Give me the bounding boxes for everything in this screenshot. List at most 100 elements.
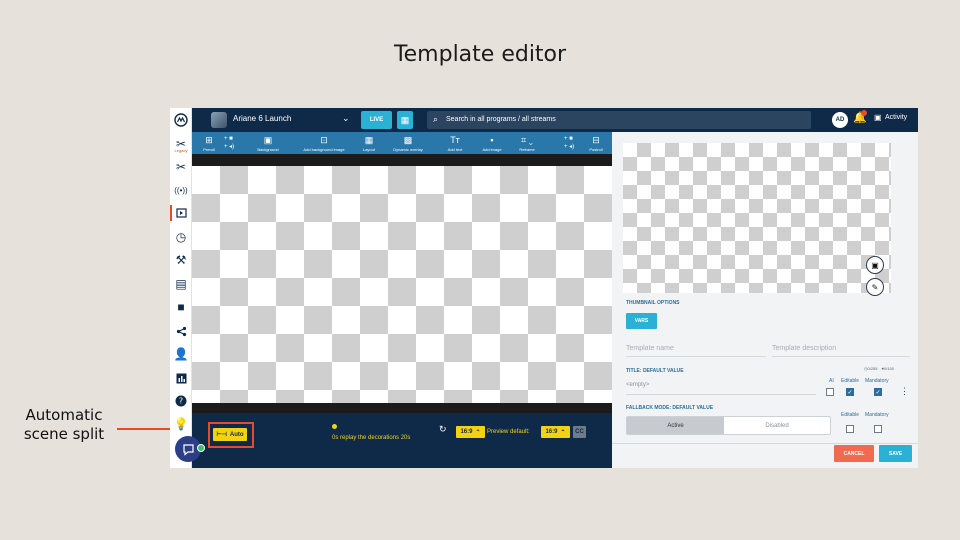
crop-icon: ⌗ ⌄ [521, 134, 533, 145]
edit-pencil-icon[interactable]: ✎ [866, 278, 884, 296]
toolbar-background-label: Background [257, 146, 279, 152]
template-settings-panel: ▣ ✎ THUMBNAIL OPTIONS VARS Template name… [612, 132, 918, 468]
chevron-up-icon: ⌃ [475, 429, 481, 436]
overlay-icon: ▩ [403, 134, 413, 145]
cancel-button[interactable]: CANCEL [834, 445, 874, 462]
notification-badge [861, 110, 867, 116]
annotation-label: Automatic scene split [23, 406, 105, 443]
logo-icon[interactable] [170, 110, 192, 130]
toolbar-add-text[interactable]: Tт Add text [442, 132, 468, 154]
left-rail: ✂ Legacy ✂ ((•)) ◷ ⚒ ▤ ■ 👤 ? 💡 [170, 108, 192, 468]
chart-icon[interactable] [170, 368, 192, 388]
share-icon[interactable] [170, 321, 192, 341]
postroll-add-controls[interactable]: + ■ + ◂) [564, 135, 574, 151]
save-button[interactable]: SAVE [879, 445, 912, 462]
template-name-field[interactable]: Template name [626, 345, 674, 352]
ai-checkbox[interactable] [826, 388, 834, 396]
image-icon: ▣ [263, 134, 273, 145]
film-icon[interactable]: ▤ [170, 274, 192, 294]
toolbar-add-image-label: Add image [482, 146, 502, 152]
captions-button[interactable]: CC [573, 426, 586, 438]
activity-button[interactable]: Activity [885, 114, 907, 121]
preview-ratio-select[interactable]: 16:9 ⌃ [541, 426, 570, 438]
calendar-icon[interactable]: ▦ [397, 111, 413, 129]
preview-ratio-value: 16:9 [545, 429, 558, 435]
thumbnail-preview [623, 143, 891, 293]
toolbar-layout[interactable]: ▦ Layout [358, 132, 380, 154]
toggle-active-option[interactable]: Active [627, 417, 724, 434]
gallery-icon[interactable]: ▣ [866, 256, 884, 274]
char-counters: ◷0/255 ♥0/100 [864, 366, 894, 371]
fallback-column-mandatory: Mandatory [865, 412, 889, 418]
slide-title: Template editor [393, 42, 567, 67]
activity-icon[interactable]: ▣ [874, 113, 882, 122]
search-placeholder: Search in all programs / all streams [446, 116, 556, 123]
mandatory-checkbox[interactable]: ✓ [874, 388, 882, 396]
search-input[interactable]: ⌕ Search in all programs / all streams [427, 111, 811, 129]
chevron-down-icon[interactable]: ⌄ [342, 113, 350, 124]
template-canvas[interactable] [192, 166, 612, 403]
replay-marker[interactable] [332, 424, 337, 429]
fallback-mode-toggle: Active Disabled [626, 416, 831, 435]
vars-button[interactable]: VARS [626, 313, 657, 329]
template-icon[interactable] [170, 203, 192, 223]
svg-text:?: ? [179, 397, 183, 406]
preview-default-label: Preview default: [487, 429, 530, 435]
search-icon: ⌕ [433, 114, 439, 124]
title-value-underline [626, 394, 816, 395]
editable-checkbox[interactable]: ✓ [846, 388, 854, 396]
toolbar-add-background-image[interactable]: ⊡ Add background image [296, 132, 352, 154]
hammer-icon[interactable]: ⚒ [170, 250, 192, 270]
canvas-letterbox-bottom [192, 403, 612, 413]
app-window: ✂ Legacy ✂ ((•)) ◷ ⚒ ▤ ■ 👤 ? 💡 Ariane 6 … [170, 108, 918, 468]
auto-scene-split-button[interactable]: ⊢⊣ Auto [213, 428, 247, 441]
template-description-underline [772, 356, 910, 357]
avatar[interactable]: AD [832, 112, 848, 128]
program-name[interactable]: Ariane 6 Launch [233, 114, 291, 123]
toolbar-postroll-label: Postroll [589, 146, 603, 152]
column-mandatory: Mandatory [865, 378, 889, 384]
title-default-value[interactable]: <empty> [626, 382, 649, 388]
lightbulb-icon[interactable]: 💡 [170, 414, 192, 434]
toggle-disabled-option[interactable]: Disabled [724, 417, 830, 434]
toolbar-add-background-image-label: Add background image [303, 146, 345, 152]
broadcast-icon[interactable]: ((•)) [170, 180, 192, 200]
toolbar-postroll[interactable]: ⊟ Postroll [584, 132, 608, 154]
toolbar-dynamic-overlay[interactable]: ▩ Dynamic overlay [386, 132, 430, 154]
fallback-editable-checkbox[interactable] [846, 425, 854, 433]
text-icon: Tт [450, 134, 460, 145]
reload-icon[interactable]: ↻ [439, 424, 447, 435]
toolbar-add-image[interactable]: ▪ Add image [477, 132, 507, 154]
replay-text: 0s replay the decorations 20s [332, 435, 411, 441]
char-counter: 0/255 [867, 366, 878, 371]
users-settings-icon[interactable]: 👤 [170, 344, 192, 364]
clock-icon[interactable]: ◷ [170, 227, 192, 247]
toolbar-preroll[interactable]: ⊞ Preroll [198, 132, 220, 154]
scissors-icon[interactable]: ✂ [170, 157, 192, 177]
rail-legacy-label: Legacy [174, 148, 188, 153]
help-icon[interactable]: ? [170, 391, 192, 411]
aspect-ratio-select[interactable]: 16:9 ⌃ [456, 426, 485, 438]
split-icon: ⊢⊣ [216, 432, 227, 438]
preroll-add-controls[interactable]: + ■ + ◂) [224, 135, 234, 151]
toolbar-dynamic-overlay-label: Dynamic overlay [393, 146, 423, 152]
thumbnail-options-heading: THUMBNAIL OPTIONS [626, 300, 680, 306]
camera-icon[interactable]: ■ [170, 297, 192, 317]
title-default-label: TITLE: DEFAULT VALUE [626, 368, 684, 374]
preroll-icon: ⊞ [205, 134, 213, 145]
playback-controls: ⊢⊣ Auto 0s replay the decorations 20s ↻ … [192, 413, 612, 468]
layout-icon: ▦ [364, 134, 374, 145]
toolbar-background[interactable]: ▣ Background [250, 132, 286, 154]
fallback-mandatory-checkbox[interactable] [874, 425, 882, 433]
editor-toolbar: ⊞ Preroll + ■ + ◂) ▣ Background ⊡ Add bac… [192, 132, 612, 154]
fallback-column-editable: Editable [841, 412, 860, 418]
live-button[interactable]: LIVE [361, 111, 392, 129]
auto-label: Auto [229, 431, 244, 438]
more-options-icon[interactable]: ⋮ [900, 386, 909, 397]
toolbar-layout-label: Layout [362, 146, 375, 152]
online-status-indicator [197, 444, 205, 452]
template-name-underline [626, 356, 766, 357]
column-ai: AI [829, 378, 834, 384]
template-description-field[interactable]: Template description [772, 345, 836, 352]
toolbar-reframe[interactable]: ⌗ ⌄ Reframe [512, 132, 542, 154]
